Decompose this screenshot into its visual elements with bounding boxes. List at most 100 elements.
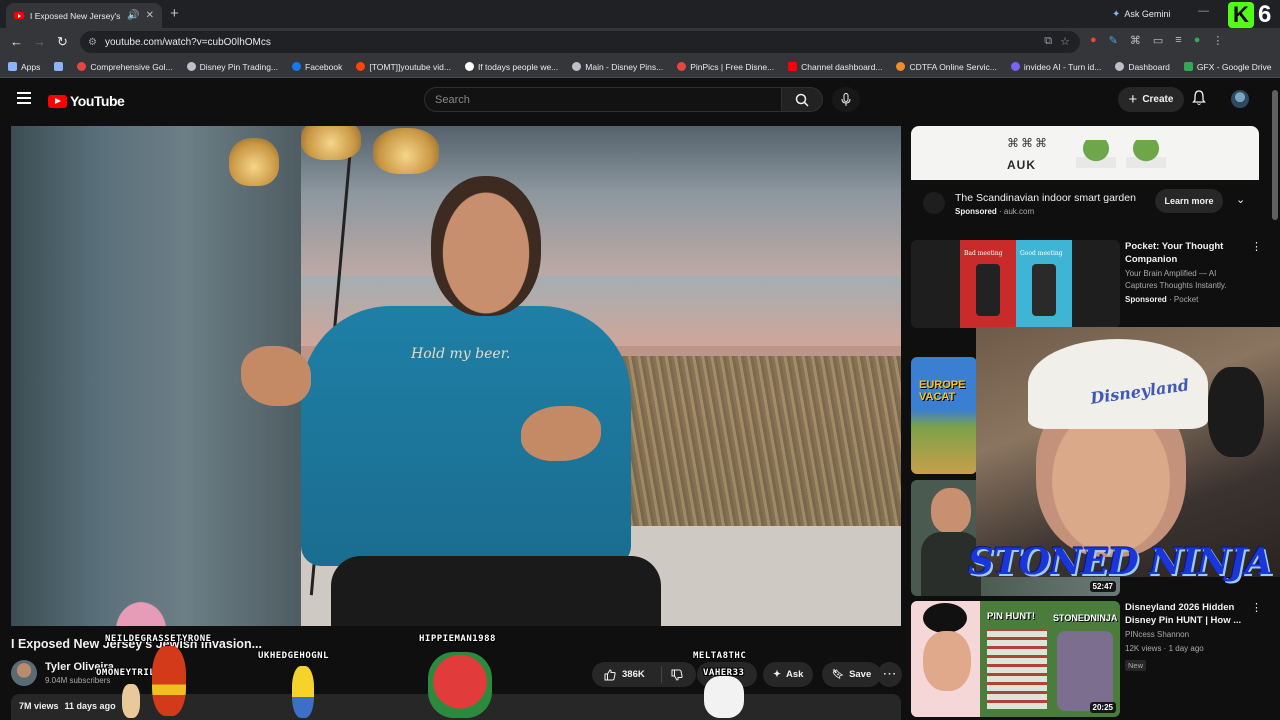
sponsored-ad-card[interactable]: ⌘⌘⌘ AUK The Scandinavian indoor smart ga… bbox=[911, 126, 1259, 229]
menu-hamburger-icon[interactable] bbox=[17, 92, 31, 104]
ad-title[interactable]: The Scandinavian indoor smart garden bbox=[955, 192, 1136, 204]
tab-close-icon[interactable]: ✕ bbox=[146, 10, 154, 21]
thumbnail-text: PIN HUNT! bbox=[987, 611, 1036, 622]
bookmark-item[interactable] bbox=[54, 62, 64, 71]
address-bar[interactable]: ⚙ youtube.com/watch?v=cubO0lhOMcs ⧉ ☆ bbox=[80, 31, 1080, 53]
more-horizontal-icon: ⋯ bbox=[882, 665, 897, 681]
site-info-icon[interactable]: ⚙ bbox=[88, 37, 97, 48]
bookmark-favicon-icon bbox=[1010, 62, 1020, 71]
voice-search-button[interactable] bbox=[832, 87, 860, 112]
new-tab-icon[interactable]: + bbox=[170, 5, 179, 22]
save-bookmark-icon: 🔖︎ bbox=[832, 669, 845, 680]
bookmark-item[interactable]: Comprehensive Gol... bbox=[77, 62, 173, 72]
recommendation-description: Your Brain Amplified — AI Captures Thoug… bbox=[1125, 269, 1227, 290]
thumb-caption: Good meeting bbox=[1020, 250, 1063, 257]
recommendation-title[interactable]: Disneyland 2026 Hidden Disney Pin HUNT |… bbox=[1125, 601, 1245, 627]
browser-menu-icon[interactable]: ⋮ bbox=[1212, 34, 1223, 47]
thumbs-down-icon bbox=[671, 669, 683, 681]
create-button[interactable]: + Create bbox=[1118, 87, 1184, 112]
bookmark-item[interactable]: Disney Pin Trading... bbox=[186, 62, 278, 72]
recommendation-info: Pocket: Your Thought Companion Your Brai… bbox=[1125, 240, 1245, 306]
profile-icon[interactable]: ● bbox=[1194, 34, 1201, 47]
extensions-puzzle-icon[interactable]: ⌘ bbox=[1130, 34, 1141, 47]
search-input[interactable]: Search bbox=[424, 87, 782, 112]
extension-red-icon[interactable]: ● bbox=[1090, 34, 1097, 47]
bookmark-item[interactable]: If todays people we... bbox=[464, 62, 558, 72]
account-avatar[interactable] bbox=[1231, 90, 1249, 108]
bookmark-item[interactable]: Facebook bbox=[292, 62, 342, 72]
ask-gemini-label: Ask Gemini bbox=[1124, 9, 1171, 19]
bookmark-item[interactable]: Apps bbox=[8, 62, 40, 72]
thumb-panel: Bad meeting bbox=[960, 240, 1016, 328]
extension-blue-icon[interactable]: ✎ bbox=[1109, 34, 1118, 47]
bookmarks-bar: Apps Comprehensive Gol... Disney Pin Tra… bbox=[0, 56, 1280, 78]
browser-toolbar: ← → ↻ ⚙ youtube.com/watch?v=cubO0lhOMcs … bbox=[0, 28, 1280, 56]
youtube-play-logo-icon bbox=[48, 94, 67, 108]
bookmark-item[interactable]: Main - Disney Pins... bbox=[572, 62, 663, 72]
recommendation-item[interactable]: Bad meeting Good meeting Pocket: Your Th… bbox=[911, 240, 1263, 340]
thumb-panel: Good meeting bbox=[1016, 240, 1072, 328]
scrollbar-thumb[interactable] bbox=[1272, 90, 1278, 220]
extension-icons: ● ✎ ⌘ ▭ ≡ ● ⋮ bbox=[1090, 34, 1223, 47]
chevron-down-icon[interactable]: ⌄ bbox=[1236, 193, 1245, 206]
bookmark-favicon-icon bbox=[572, 62, 582, 71]
bookmark-item[interactable]: GFX - Google Drive bbox=[1183, 62, 1272, 72]
page-scrollbar[interactable] bbox=[1271, 78, 1280, 228]
headset-image bbox=[1208, 367, 1264, 457]
pixel-sprite bbox=[122, 684, 140, 718]
youtube-logo[interactable]: YouTube bbox=[48, 93, 125, 109]
more-vertical-icon[interactable]: ⋮ bbox=[1251, 601, 1262, 614]
notifications-bell-icon[interactable] bbox=[1192, 90, 1206, 106]
phone-image bbox=[1032, 264, 1056, 316]
recommendation-info: Disneyland 2026 Hidden Disney Pin HUNT |… bbox=[1125, 601, 1245, 673]
bookmark-item[interactable]: CDTFA Online Servic... bbox=[896, 62, 997, 72]
reload-icon[interactable]: ↻ bbox=[57, 34, 68, 50]
tiktok-icon bbox=[464, 62, 474, 71]
more-vertical-icon[interactable]: ⋮ bbox=[1251, 240, 1262, 253]
side-panel-icon[interactable]: ▭ bbox=[1153, 34, 1163, 47]
media-controls-icon[interactable]: ≡ bbox=[1175, 34, 1181, 47]
channel-avatar[interactable] bbox=[11, 660, 37, 686]
mech-figure-image bbox=[1057, 631, 1113, 711]
view-count: 7M views bbox=[19, 701, 59, 711]
subject-legs bbox=[331, 556, 661, 626]
recommendation-thumbnail: Bad meeting Good meeting bbox=[911, 240, 1120, 328]
bookmark-favicon-icon bbox=[186, 62, 196, 71]
ad-banner-image: ⌘⌘⌘ AUK bbox=[911, 126, 1259, 180]
browser-tab-active[interactable]: I Exposed New Jersey's Jew 🔊 ✕ bbox=[6, 3, 162, 28]
recommendation-meta: 12K views · 1 day ago bbox=[1125, 644, 1204, 653]
learn-more-button[interactable]: Learn more bbox=[1155, 189, 1223, 213]
install-app-icon[interactable]: ⧉ bbox=[1044, 35, 1052, 48]
ask-button[interactable]: ✦ Ask bbox=[763, 662, 814, 687]
save-button[interactable]: 🔖︎ Save bbox=[822, 662, 882, 687]
recommendation-title[interactable]: Pocket: Your Thought Companion bbox=[1125, 240, 1245, 266]
recommendation-channel[interactable]: PINcess Shannon bbox=[1125, 629, 1245, 641]
lamp-shade bbox=[373, 128, 439, 174]
ad-brand-text: AUK bbox=[1007, 158, 1036, 172]
ask-gemini-button[interactable]: ✦ Ask Gemini bbox=[1104, 5, 1178, 23]
bookmark-item[interactable]: PinPics | Free Disne... bbox=[677, 62, 774, 72]
back-arrow-icon[interactable]: ← bbox=[10, 34, 23, 49]
bookmark-item[interactable]: invideo AI - Turn id... bbox=[1010, 62, 1101, 72]
dislike-button[interactable] bbox=[662, 669, 683, 681]
facebook-icon bbox=[292, 62, 302, 71]
like-button[interactable]: 386K bbox=[592, 666, 662, 683]
indoor-garden-image bbox=[1126, 140, 1166, 168]
bookmark-favicon-icon bbox=[77, 62, 87, 71]
bookmark-item[interactable]: Channel dashboard... bbox=[788, 62, 882, 72]
more-actions-button[interactable]: ⋯ bbox=[877, 662, 902, 687]
forward-arrow-icon[interactable]: → bbox=[33, 34, 46, 49]
bookmark-item[interactable]: [TOMT]]youtube vid... bbox=[356, 62, 451, 72]
streamer-banner: STONED NINJA bbox=[968, 541, 1273, 583]
youtube-masthead: YouTube Search + Create bbox=[0, 78, 1280, 122]
bookmark-item[interactable]: Dashboard bbox=[1115, 62, 1170, 72]
phone-image bbox=[976, 264, 1000, 316]
video-player[interactable]: Hold my beer. bbox=[11, 126, 901, 626]
auk-leaf-icon: ⌘⌘⌘ bbox=[1007, 136, 1049, 150]
thumb-face bbox=[923, 631, 971, 691]
search-button[interactable] bbox=[781, 87, 823, 112]
speaker-icon[interactable]: 🔊 bbox=[127, 10, 139, 21]
minimize-icon[interactable]: — bbox=[1198, 5, 1209, 17]
recommendation-item[interactable]: PIN HUNT! STONEDNINJA 20:25 Disneyland 2… bbox=[911, 601, 1263, 717]
bookmark-star-icon[interactable]: ☆ bbox=[1060, 35, 1070, 48]
